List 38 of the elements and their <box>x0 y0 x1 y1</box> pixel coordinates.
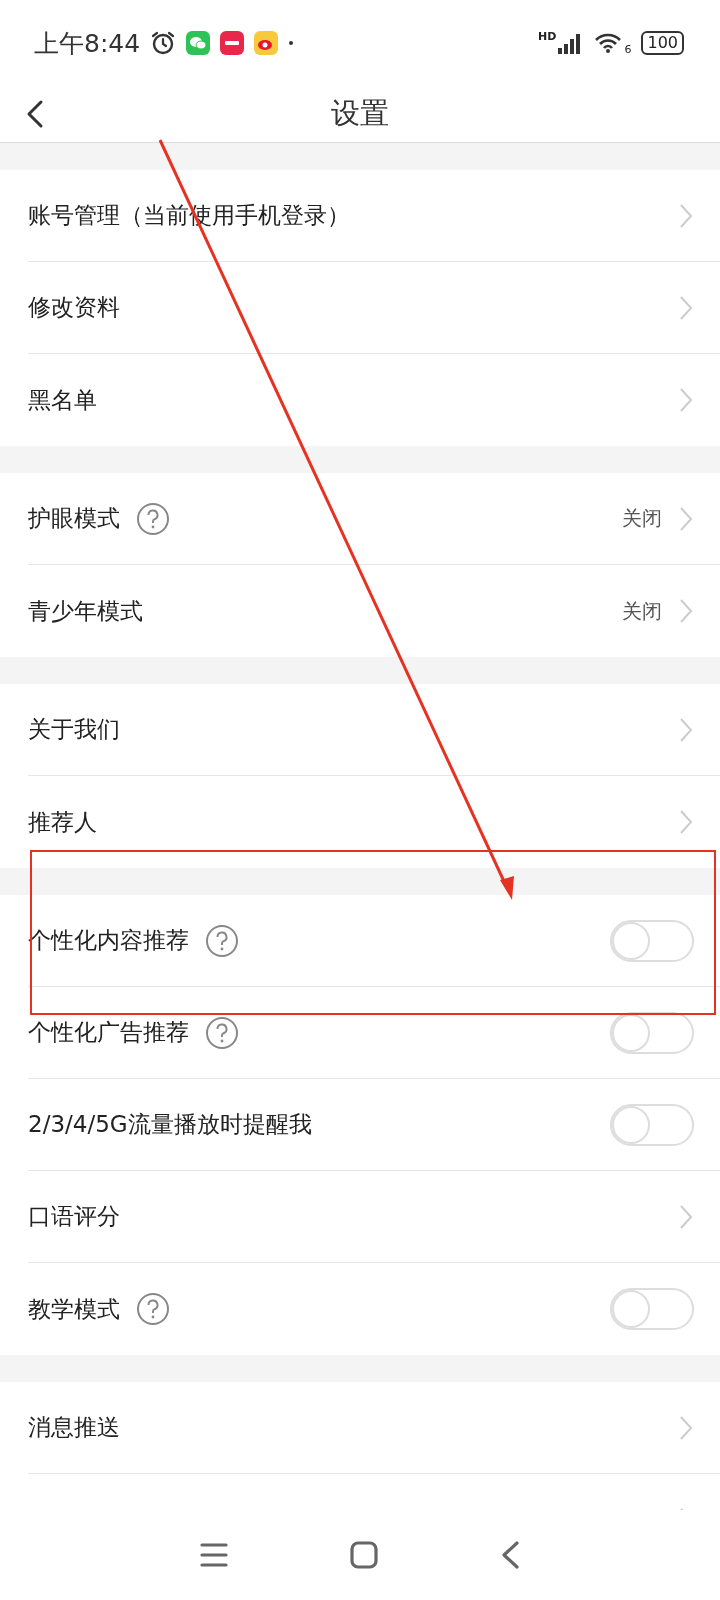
setting-label: 个性化广告推荐 <box>28 1018 189 1047</box>
page-title: 设置 <box>331 95 389 132</box>
dot-icon <box>288 40 295 46</box>
setting-label: 2/3/4/5G流量播放时提醒我 <box>28 1110 312 1139</box>
back-icon[interactable] <box>499 1540 521 1570</box>
toggle-switch[interactable] <box>610 1288 694 1330</box>
wifi-icon <box>594 32 623 54</box>
chevron-right-icon[interactable] <box>678 808 694 836</box>
alarm-clock-icon <box>150 30 177 56</box>
battery-indicator: 100 <box>641 31 684 55</box>
chat-app-icon <box>186 31 211 55</box>
toggle-switch[interactable] <box>610 919 694 962</box>
chevron-right-icon[interactable] <box>678 597 694 625</box>
help-icon[interactable] <box>205 1015 239 1050</box>
toggle-switch[interactable] <box>610 1103 694 1146</box>
setting-label: 关于我们 <box>28 715 120 744</box>
setting-label: 青少年模式 <box>28 596 143 626</box>
wifi-band-label: 6 <box>624 42 632 56</box>
help-icon[interactable] <box>205 923 239 958</box>
help-icon[interactable] <box>136 501 170 536</box>
chevron-right-icon[interactable] <box>678 386 694 414</box>
notes-app-icon <box>220 31 245 55</box>
status-time: 上午8:44 <box>34 27 141 60</box>
setting-label: 黑名单 <box>28 385 97 415</box>
menu-icon[interactable] <box>199 1541 229 1569</box>
setting-label: 口语评分 <box>28 1202 120 1231</box>
help-icon[interactable] <box>136 1292 170 1326</box>
eye-app-icon <box>254 31 279 55</box>
setting-label: 消息推送 <box>28 1413 120 1442</box>
toggle-switch[interactable] <box>610 1011 694 1054</box>
setting-value: 关闭 <box>622 505 662 532</box>
setting-value: 关闭 <box>622 597 662 625</box>
setting-label: 推荐人 <box>28 807 97 837</box>
home-icon[interactable] <box>349 1540 379 1570</box>
setting-label: 护眼模式 <box>28 504 120 533</box>
setting-label: 教学模式 <box>28 1294 120 1324</box>
setting-label: 修改资料 <box>28 293 120 322</box>
network-label: HD <box>538 29 557 43</box>
